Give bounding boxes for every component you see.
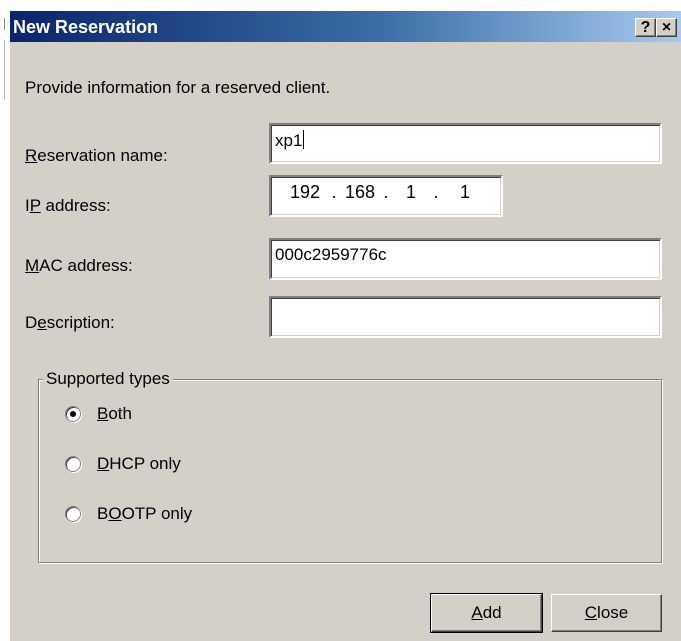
add-button[interactable]: Add xyxy=(430,593,543,633)
label-text: HCP only xyxy=(109,454,181,473)
ip-octet-3[interactable]: 1 xyxy=(391,182,431,203)
radio-dhcp-only[interactable]: DHCP only xyxy=(65,454,235,478)
label-text: oth xyxy=(108,404,132,423)
mnemonic: D xyxy=(97,454,110,473)
close-button[interactable]: Close xyxy=(551,594,662,632)
reservation-name-value: xp1 xyxy=(275,131,303,150)
radio-unselected-icon[interactable] xyxy=(65,506,81,522)
description-input[interactable] xyxy=(269,296,662,338)
label-text: D xyxy=(25,313,38,332)
radio-selected-icon[interactable] xyxy=(65,406,81,422)
button-label: lose xyxy=(597,603,629,622)
mnemonic: M xyxy=(25,256,40,275)
close-icon: × xyxy=(661,19,672,36)
ip-octet-4[interactable]: 1 xyxy=(445,182,485,203)
ip-octet-2[interactable]: 168 xyxy=(339,182,381,203)
ip-dot: . xyxy=(383,182,389,202)
ip-address-label: IP address: xyxy=(25,196,111,216)
mnemonic: O xyxy=(108,504,122,523)
radio-both-label[interactable]: Both xyxy=(97,404,132,424)
title-bar[interactable]: New Reservation ? × xyxy=(10,11,681,42)
ip-dot: . xyxy=(433,182,439,202)
mnemonic: e xyxy=(37,313,47,332)
reservation-name-input[interactable]: xp1 xyxy=(269,123,662,164)
text-caret xyxy=(303,130,305,149)
background-window-edge xyxy=(0,0,10,641)
radio-both[interactable]: Both xyxy=(65,404,195,428)
radio-unselected-icon[interactable] xyxy=(65,456,81,472)
help-button[interactable]: ? xyxy=(635,18,656,37)
new-reservation-dialog: New Reservation ? × Provide information … xyxy=(10,11,681,641)
radio-dot xyxy=(70,411,76,417)
label-text: OTP only xyxy=(121,504,193,523)
close-window-button[interactable]: × xyxy=(656,18,677,37)
supported-types-legend: Supported types xyxy=(43,369,173,389)
radio-bootp-only-label[interactable]: BOOTP only xyxy=(97,504,192,524)
mnemonic: R xyxy=(25,146,38,165)
ip-octet-1[interactable]: 192 xyxy=(281,182,329,203)
radio-dhcp-only-label[interactable]: DHCP only xyxy=(97,454,181,474)
mnemonic: A xyxy=(471,603,483,622)
button-label: dd xyxy=(482,603,502,622)
label-text: eservation name: xyxy=(37,146,168,165)
edge-mark xyxy=(4,40,5,100)
reservation-name-label: Reservation name: xyxy=(25,146,168,166)
mnemonic: C xyxy=(584,603,598,622)
mnemonic: P xyxy=(29,196,41,215)
mac-address-input[interactable]: 000c2959776c xyxy=(269,238,662,280)
mac-address-value: 000c2959776c xyxy=(275,245,387,264)
radio-bootp-only[interactable]: BOOTP only xyxy=(65,504,245,528)
edge-mark xyxy=(4,18,5,30)
intro-text: Provide information for a reserved clien… xyxy=(25,78,331,97)
help-icon: ? xyxy=(640,19,651,36)
mac-address-label: MAC address: xyxy=(25,256,133,276)
label-text: B xyxy=(97,504,109,523)
label-text: address: xyxy=(40,196,111,215)
ip-address-input[interactable]: 192 . 168 . 1 . 1 xyxy=(269,175,503,217)
ip-dot: . xyxy=(331,182,337,202)
label-text: scription: xyxy=(46,313,115,332)
dialog-title: New Reservation xyxy=(13,17,159,37)
description-label: Description: xyxy=(25,313,115,333)
mnemonic: B xyxy=(97,404,109,423)
label-text: AC address: xyxy=(39,256,133,275)
